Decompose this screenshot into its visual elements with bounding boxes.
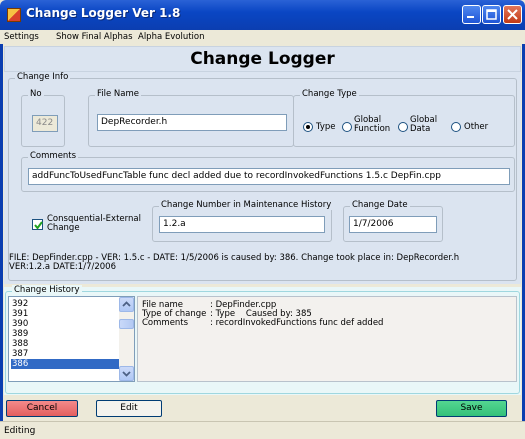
list-item-selected[interactable]: 386 [11, 359, 119, 369]
file-name-input[interactable]: DepRecorder.h [97, 114, 287, 131]
window-border-left [0, 30, 3, 439]
chevron-up-icon [122, 301, 131, 307]
minimize-icon [467, 16, 474, 18]
radio-global-data-label-2: Data [410, 124, 431, 134]
list-item[interactable]: 388 [11, 339, 119, 349]
edit-button[interactable]: Edit [96, 400, 162, 417]
close-button[interactable] [503, 5, 522, 24]
status-bar: Editing [0, 421, 525, 439]
list-item[interactable]: 387 [11, 349, 119, 359]
chevron-down-icon [122, 371, 131, 377]
save-button[interactable]: Save [436, 400, 507, 417]
history-detail-box: File name : DepFinder.cpp Type of change… [137, 296, 517, 382]
list-item[interactable]: 392 [11, 299, 119, 309]
scroll-down-button[interactable] [119, 366, 134, 381]
detail-comments-label: Comments [142, 318, 189, 328]
maximize-button[interactable] [482, 5, 501, 24]
history-scrollbar[interactable] [119, 297, 134, 381]
maximize-icon [486, 9, 497, 20]
maintenance-number-label: Change Number in Maintenance History [159, 200, 334, 210]
no-field: 422 [32, 115, 58, 132]
page-title: Change Logger [4, 46, 521, 72]
menu-show-final-alphas[interactable]: Show Final Alphas [56, 32, 133, 42]
radio-global-function-label-2: Function [354, 124, 391, 134]
change-type-group: Change Type [293, 89, 515, 147]
detail-comments-value: : recordInvokedFunctions func def added [210, 318, 384, 328]
change-type-label: Change Type [300, 89, 359, 99]
summary-line-2: VER:1.2.a DATE:1/7/2006 [9, 262, 116, 272]
change-history-panel: Change History 392 391 390 389 388 387 3… [4, 285, 521, 395]
radio-other-label: Other [464, 122, 489, 132]
change-info-panel: Change Info No 422 File Name DepRecorder… [4, 72, 521, 284]
menu-alpha-evolution[interactable]: Alpha Evolution [138, 32, 205, 42]
cancel-button[interactable]: Cancel [6, 400, 78, 417]
change-history-label: Change History [12, 285, 82, 295]
radio-global-data[interactable] [398, 122, 408, 132]
app-icon [7, 8, 21, 22]
maintenance-number-input[interactable]: 1.2.a [159, 216, 325, 233]
comments-input[interactable]: addFuncToUsedFuncTable func decl added d… [28, 168, 510, 185]
change-date-input[interactable]: 1/7/2006 [349, 216, 437, 233]
radio-type[interactable] [303, 122, 313, 132]
scroll-thumb[interactable] [119, 319, 134, 329]
consequential-label-2: Change [47, 223, 80, 233]
radio-other[interactable] [451, 122, 461, 132]
consequential-checkbox[interactable] [32, 219, 43, 230]
scroll-up-button[interactable] [119, 297, 134, 312]
radio-global-function[interactable] [342, 122, 352, 132]
change-date-label: Change Date [350, 200, 410, 210]
list-item[interactable]: 389 [11, 329, 119, 339]
menu-settings[interactable]: Settings [4, 32, 39, 42]
comments-label: Comments [28, 151, 79, 161]
check-icon [34, 221, 43, 230]
title-bar[interactable]: Change Logger Ver 1.8 [0, 0, 525, 30]
list-item[interactable]: 390 [11, 319, 119, 329]
close-icon [507, 9, 518, 20]
file-name-label: File Name [95, 89, 142, 99]
no-label: No [28, 89, 44, 99]
minimize-button[interactable] [462, 5, 481, 24]
list-item[interactable]: 391 [11, 309, 119, 319]
history-listbox[interactable]: 392 391 390 389 388 387 386 [8, 296, 135, 382]
status-text: Editing [4, 426, 36, 436]
window-title: Change Logger Ver 1.8 [26, 6, 181, 20]
menu-bar: Settings Show Final Alphas Alpha Evoluti… [0, 30, 525, 44]
radio-type-label: Type [316, 122, 336, 132]
change-info-label: Change Info [15, 72, 71, 82]
